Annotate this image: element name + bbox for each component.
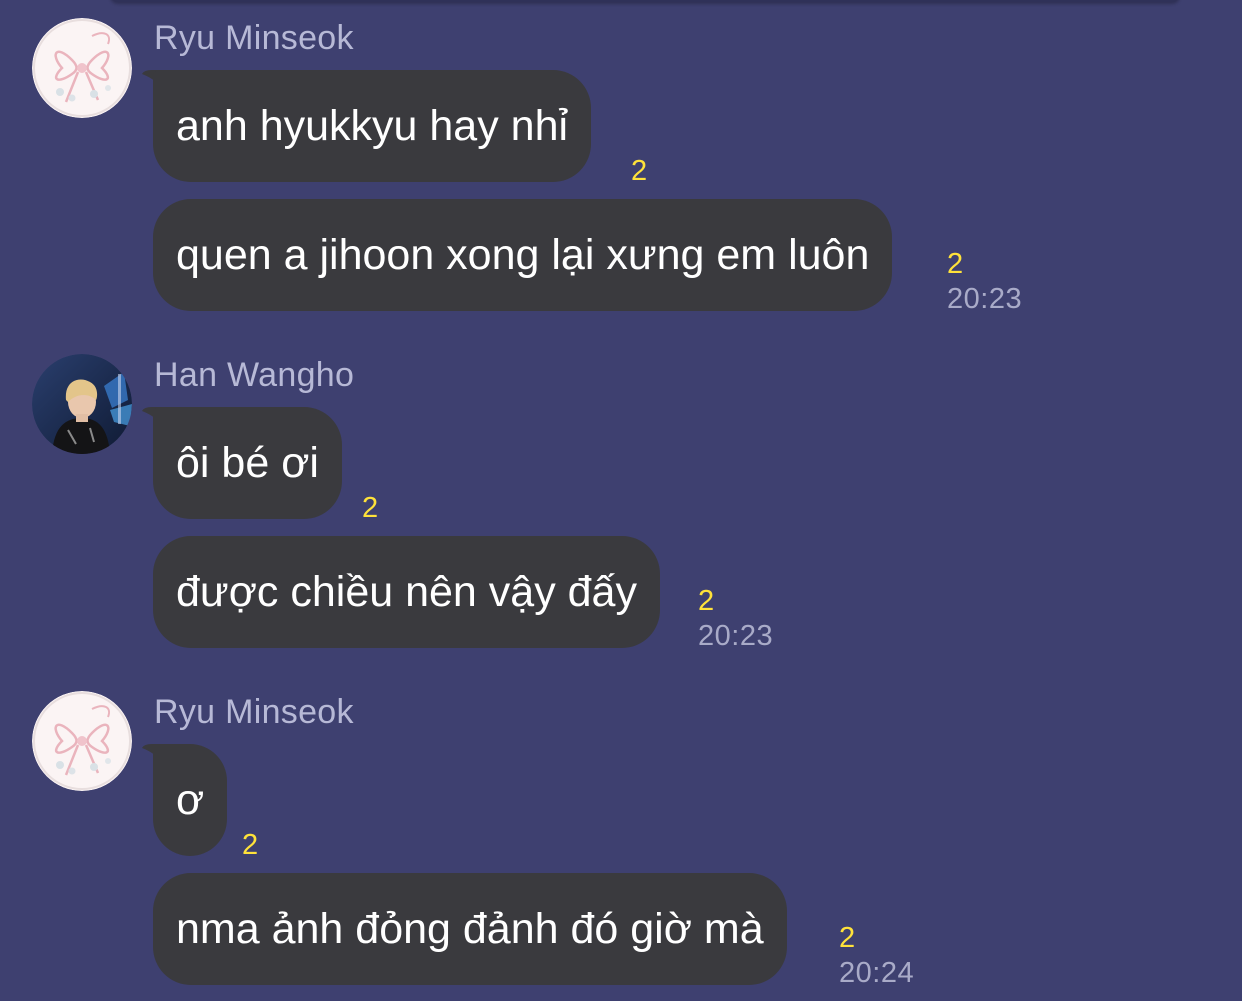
- unread-count: 2: [242, 829, 259, 861]
- message-bubble[interactable]: quen a jihoon xong lại xưng em luôn: [153, 199, 893, 311]
- person-photo-avatar-icon: [32, 354, 132, 454]
- avatar-ryu-minseok[interactable]: [32, 691, 132, 791]
- message-bubble[interactable]: anh hyukkyu hay nhỉ: [153, 70, 592, 182]
- message-timestamp: 20:24: [839, 957, 915, 989]
- message-bubble[interactable]: nma ảnh đỏng đảnh đó giờ mà: [153, 873, 787, 985]
- message-bubble[interactable]: ôi bé ơi: [153, 407, 342, 519]
- message-bubble[interactable]: ơ: [153, 744, 228, 856]
- unread-count: 2: [362, 492, 379, 524]
- avatar-han-wangho[interactable]: [32, 354, 132, 454]
- unread-count: 2: [631, 155, 648, 187]
- message-timestamp: 20:23: [698, 620, 774, 652]
- sender-name: Ryu Minseok: [154, 19, 354, 57]
- header-edge: [110, 0, 1180, 2]
- message-bubble[interactable]: được chiều nên vậy đấy: [153, 536, 660, 648]
- unread-count: 2: [947, 248, 964, 280]
- ribbon-avatar-icon: [32, 691, 132, 791]
- ribbon-avatar-icon: [32, 18, 132, 118]
- unread-count: 2: [839, 922, 856, 954]
- message-timestamp: 20:23: [947, 283, 1023, 315]
- avatar-ryu-minseok[interactable]: [32, 18, 132, 118]
- sender-name: Han Wangho: [154, 356, 355, 394]
- sender-name: Ryu Minseok: [154, 693, 354, 731]
- unread-count: 2: [698, 585, 715, 617]
